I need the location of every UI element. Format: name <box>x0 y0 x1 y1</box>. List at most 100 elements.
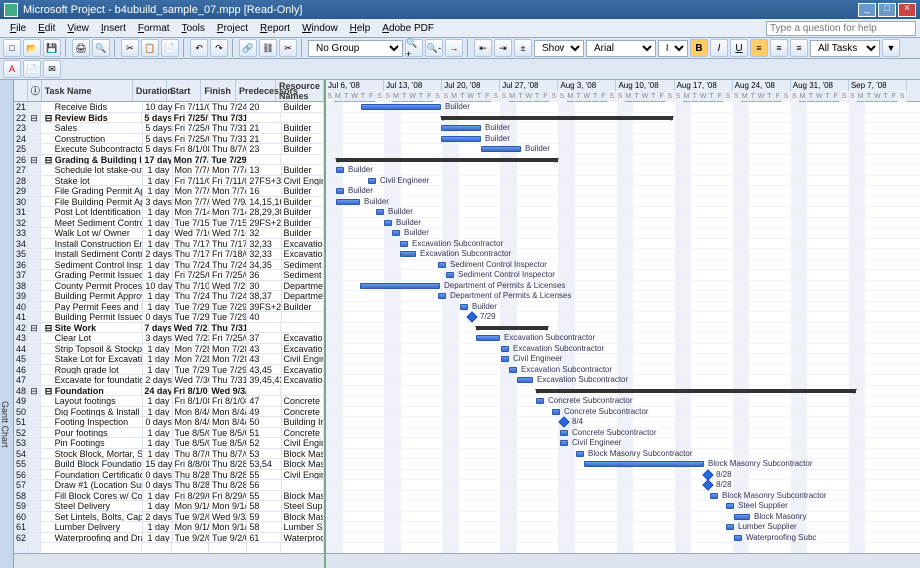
task-row[interactable]: 40Pay Permit Fees and Excise Taxe1 dayTu… <box>14 302 324 313</box>
view-bar[interactable]: Gantt Chart <box>0 80 14 568</box>
task-bar[interactable] <box>400 241 408 247</box>
print-preview-button[interactable]: 🔍 <box>92 39 110 57</box>
task-row[interactable]: 33Walk Lot w/ Owner1 dayWed 7/16/08Wed 7… <box>14 228 324 239</box>
maximize-button[interactable]: □ <box>878 3 896 17</box>
task-row[interactable]: 53Pin Footings1 dayTue 8/5/08Tue 8/5/085… <box>14 438 324 449</box>
task-bar[interactable] <box>441 125 481 131</box>
align-left-button[interactable]: ≡ <box>750 39 768 57</box>
task-row[interactable]: 34Install Construction Entrance1 dayThu … <box>14 239 324 250</box>
indent-button[interactable]: ⇥ <box>494 39 512 57</box>
task-row[interactable]: 61Lumber Delivery1 dayMon 9/1/08Mon 9/1/… <box>14 522 324 533</box>
autofilter-button[interactable]: ▼ <box>882 39 900 57</box>
task-row[interactable]: 52Pour footings1 dayTue 8/5/08Tue 8/5/08… <box>14 428 324 439</box>
menu-window[interactable]: Window <box>296 21 344 36</box>
font-size-select[interactable]: 8 <box>658 40 688 57</box>
task-row[interactable]: 58Fill Block Cores w/ Concrete1 dayFri 8… <box>14 491 324 502</box>
task-bar[interactable] <box>726 503 734 509</box>
task-bar[interactable] <box>384 220 392 226</box>
task-row[interactable]: 27Schedule lot stake-out1 dayMon 7/7/08M… <box>14 165 324 176</box>
task-bar[interactable] <box>476 335 500 341</box>
zoom-out-button[interactable]: 🔍- <box>425 39 443 57</box>
task-bar[interactable] <box>360 283 440 289</box>
task-bar[interactable] <box>438 293 446 299</box>
task-bar[interactable] <box>441 136 481 142</box>
menu-insert[interactable]: Insert <box>95 21 132 36</box>
task-bar[interactable] <box>710 493 718 499</box>
task-row[interactable]: 50Dig Footings & Install Reinforcing1 da… <box>14 407 324 418</box>
paste-button[interactable]: 📄 <box>161 39 179 57</box>
col-finish[interactable]: Finish <box>201 80 236 101</box>
task-row[interactable]: 47Excavate for foundation2 daysWed 7/30/… <box>14 375 324 386</box>
col-duration[interactable]: Duration <box>133 80 167 101</box>
task-row[interactable]: 41Building Permit Issued0 daysTue 7/29/0… <box>14 312 324 323</box>
col-start[interactable]: Start <box>167 80 202 101</box>
goto-task-button[interactable]: → <box>445 39 463 57</box>
unlink-button[interactable]: ⛓ <box>259 39 277 57</box>
align-center-button[interactable]: ≡ <box>770 39 788 57</box>
task-row[interactable]: 24Construction5 daysFri 7/25/08Thu 7/31/… <box>14 134 324 145</box>
task-bar[interactable] <box>726 524 734 530</box>
task-bar[interactable] <box>576 451 584 457</box>
col-predecessors[interactable]: Predecessors <box>236 80 276 101</box>
task-row[interactable]: 38County Permit Process10 daysThu 7/10/0… <box>14 281 324 292</box>
menu-tools[interactable]: Tools <box>176 21 211 36</box>
task-bar[interactable] <box>336 188 344 194</box>
filter-select[interactable]: All Tasks <box>810 40 880 57</box>
menu-edit[interactable]: Edit <box>32 21 61 36</box>
task-bar[interactable] <box>560 430 568 436</box>
new-button[interactable]: □ <box>3 39 21 57</box>
pdf-email-button[interactable]: ✉ <box>43 60 61 78</box>
task-row[interactable]: 59Steel Delivery1 dayMon 9/1/08Mon 9/1/0… <box>14 501 324 512</box>
task-row[interactable]: 43Clear Lot3 daysWed 7/23/08Fri 7/25/083… <box>14 333 324 344</box>
task-row[interactable]: 36Sediment Control Insp.1 dayThu 7/24/08… <box>14 260 324 271</box>
redo-button[interactable]: ↷ <box>210 39 228 57</box>
task-bar[interactable] <box>438 262 446 268</box>
summary-bar[interactable] <box>536 389 856 393</box>
undo-button[interactable]: ↶ <box>190 39 208 57</box>
menu-format[interactable]: Format <box>132 21 176 36</box>
milestone[interactable] <box>466 311 477 322</box>
task-bar[interactable] <box>400 251 416 257</box>
milestone[interactable] <box>702 479 713 490</box>
task-row[interactable]: 22⊟⊟ Review Bids5 daysFri 7/25/08Thu 7/3… <box>14 113 324 124</box>
task-bar[interactable] <box>734 514 750 520</box>
task-bar[interactable] <box>336 167 344 173</box>
pdf-convert-button[interactable]: 📄 <box>23 60 41 78</box>
task-row[interactable]: 51Footing Inspection0 daysMon 8/4/08Mon … <box>14 417 324 428</box>
summary-bar[interactable] <box>336 158 558 162</box>
task-row[interactable]: 49Layout footings1 dayFri 8/1/08Fri 8/1/… <box>14 396 324 407</box>
menu-project[interactable]: Project <box>211 21 254 36</box>
show-select[interactable]: Show <box>534 40 584 57</box>
task-row[interactable]: 31Post Lot Identification1 dayMon 7/14/0… <box>14 207 324 218</box>
task-bar[interactable] <box>446 272 454 278</box>
task-row[interactable]: 37Grading Permit Issued1 dayFri 7/25/08F… <box>14 270 324 281</box>
task-bar[interactable] <box>361 104 441 110</box>
bold-button[interactable]: B <box>690 39 708 57</box>
task-row[interactable]: 30File Building Permit Application3 days… <box>14 197 324 208</box>
table-hscroll[interactable] <box>14 553 324 568</box>
copy-button[interactable]: 📋 <box>141 39 159 57</box>
task-row[interactable]: 45Stake Lot for Excavation1 dayMon 7/28/… <box>14 354 324 365</box>
link-button[interactable]: 🔗 <box>239 39 257 57</box>
pdf-icon[interactable]: A <box>3 60 21 78</box>
minimize-button[interactable]: _ <box>858 3 876 17</box>
task-bar[interactable] <box>517 377 533 383</box>
font-select[interactable]: Arial <box>586 40 656 57</box>
task-row[interactable]: 39Building Permit Approved1 dayThu 7/24/… <box>14 291 324 302</box>
task-row[interactable]: 28Stake lot1 dayFri 7/11/08Fri 7/11/0827… <box>14 176 324 187</box>
task-row[interactable]: 48⊟⊟ Foundation24 daysFri 8/1/08Wed 9/3/… <box>14 386 324 397</box>
task-row[interactable]: 57Draw #1 (Location Survey)0 daysThu 8/2… <box>14 480 324 491</box>
col-resources[interactable]: Resource Names <box>276 80 324 101</box>
col-indicators[interactable]: ⓘ <box>28 80 42 101</box>
cut-button[interactable]: ✂ <box>121 39 139 57</box>
task-bar[interactable] <box>501 346 509 352</box>
align-right-button[interactable]: ≡ <box>790 39 808 57</box>
task-bar[interactable] <box>336 199 360 205</box>
task-row[interactable]: 32Meet Sediment Control Inspector1 dayTu… <box>14 218 324 229</box>
task-row[interactable]: 62Waterproofing and Drain Tile1 dayTue 9… <box>14 533 324 544</box>
task-row[interactable]: 26⊟⊟ Grading & Building Permits17 daysMo… <box>14 155 324 166</box>
show-hide-button[interactable]: ± <box>514 39 532 57</box>
task-row[interactable]: 21Receive Bids10 daysFri 7/11/08Thu 7/24… <box>14 102 324 113</box>
menu-file[interactable]: File <box>4 21 32 36</box>
italic-button[interactable]: I <box>710 39 728 57</box>
